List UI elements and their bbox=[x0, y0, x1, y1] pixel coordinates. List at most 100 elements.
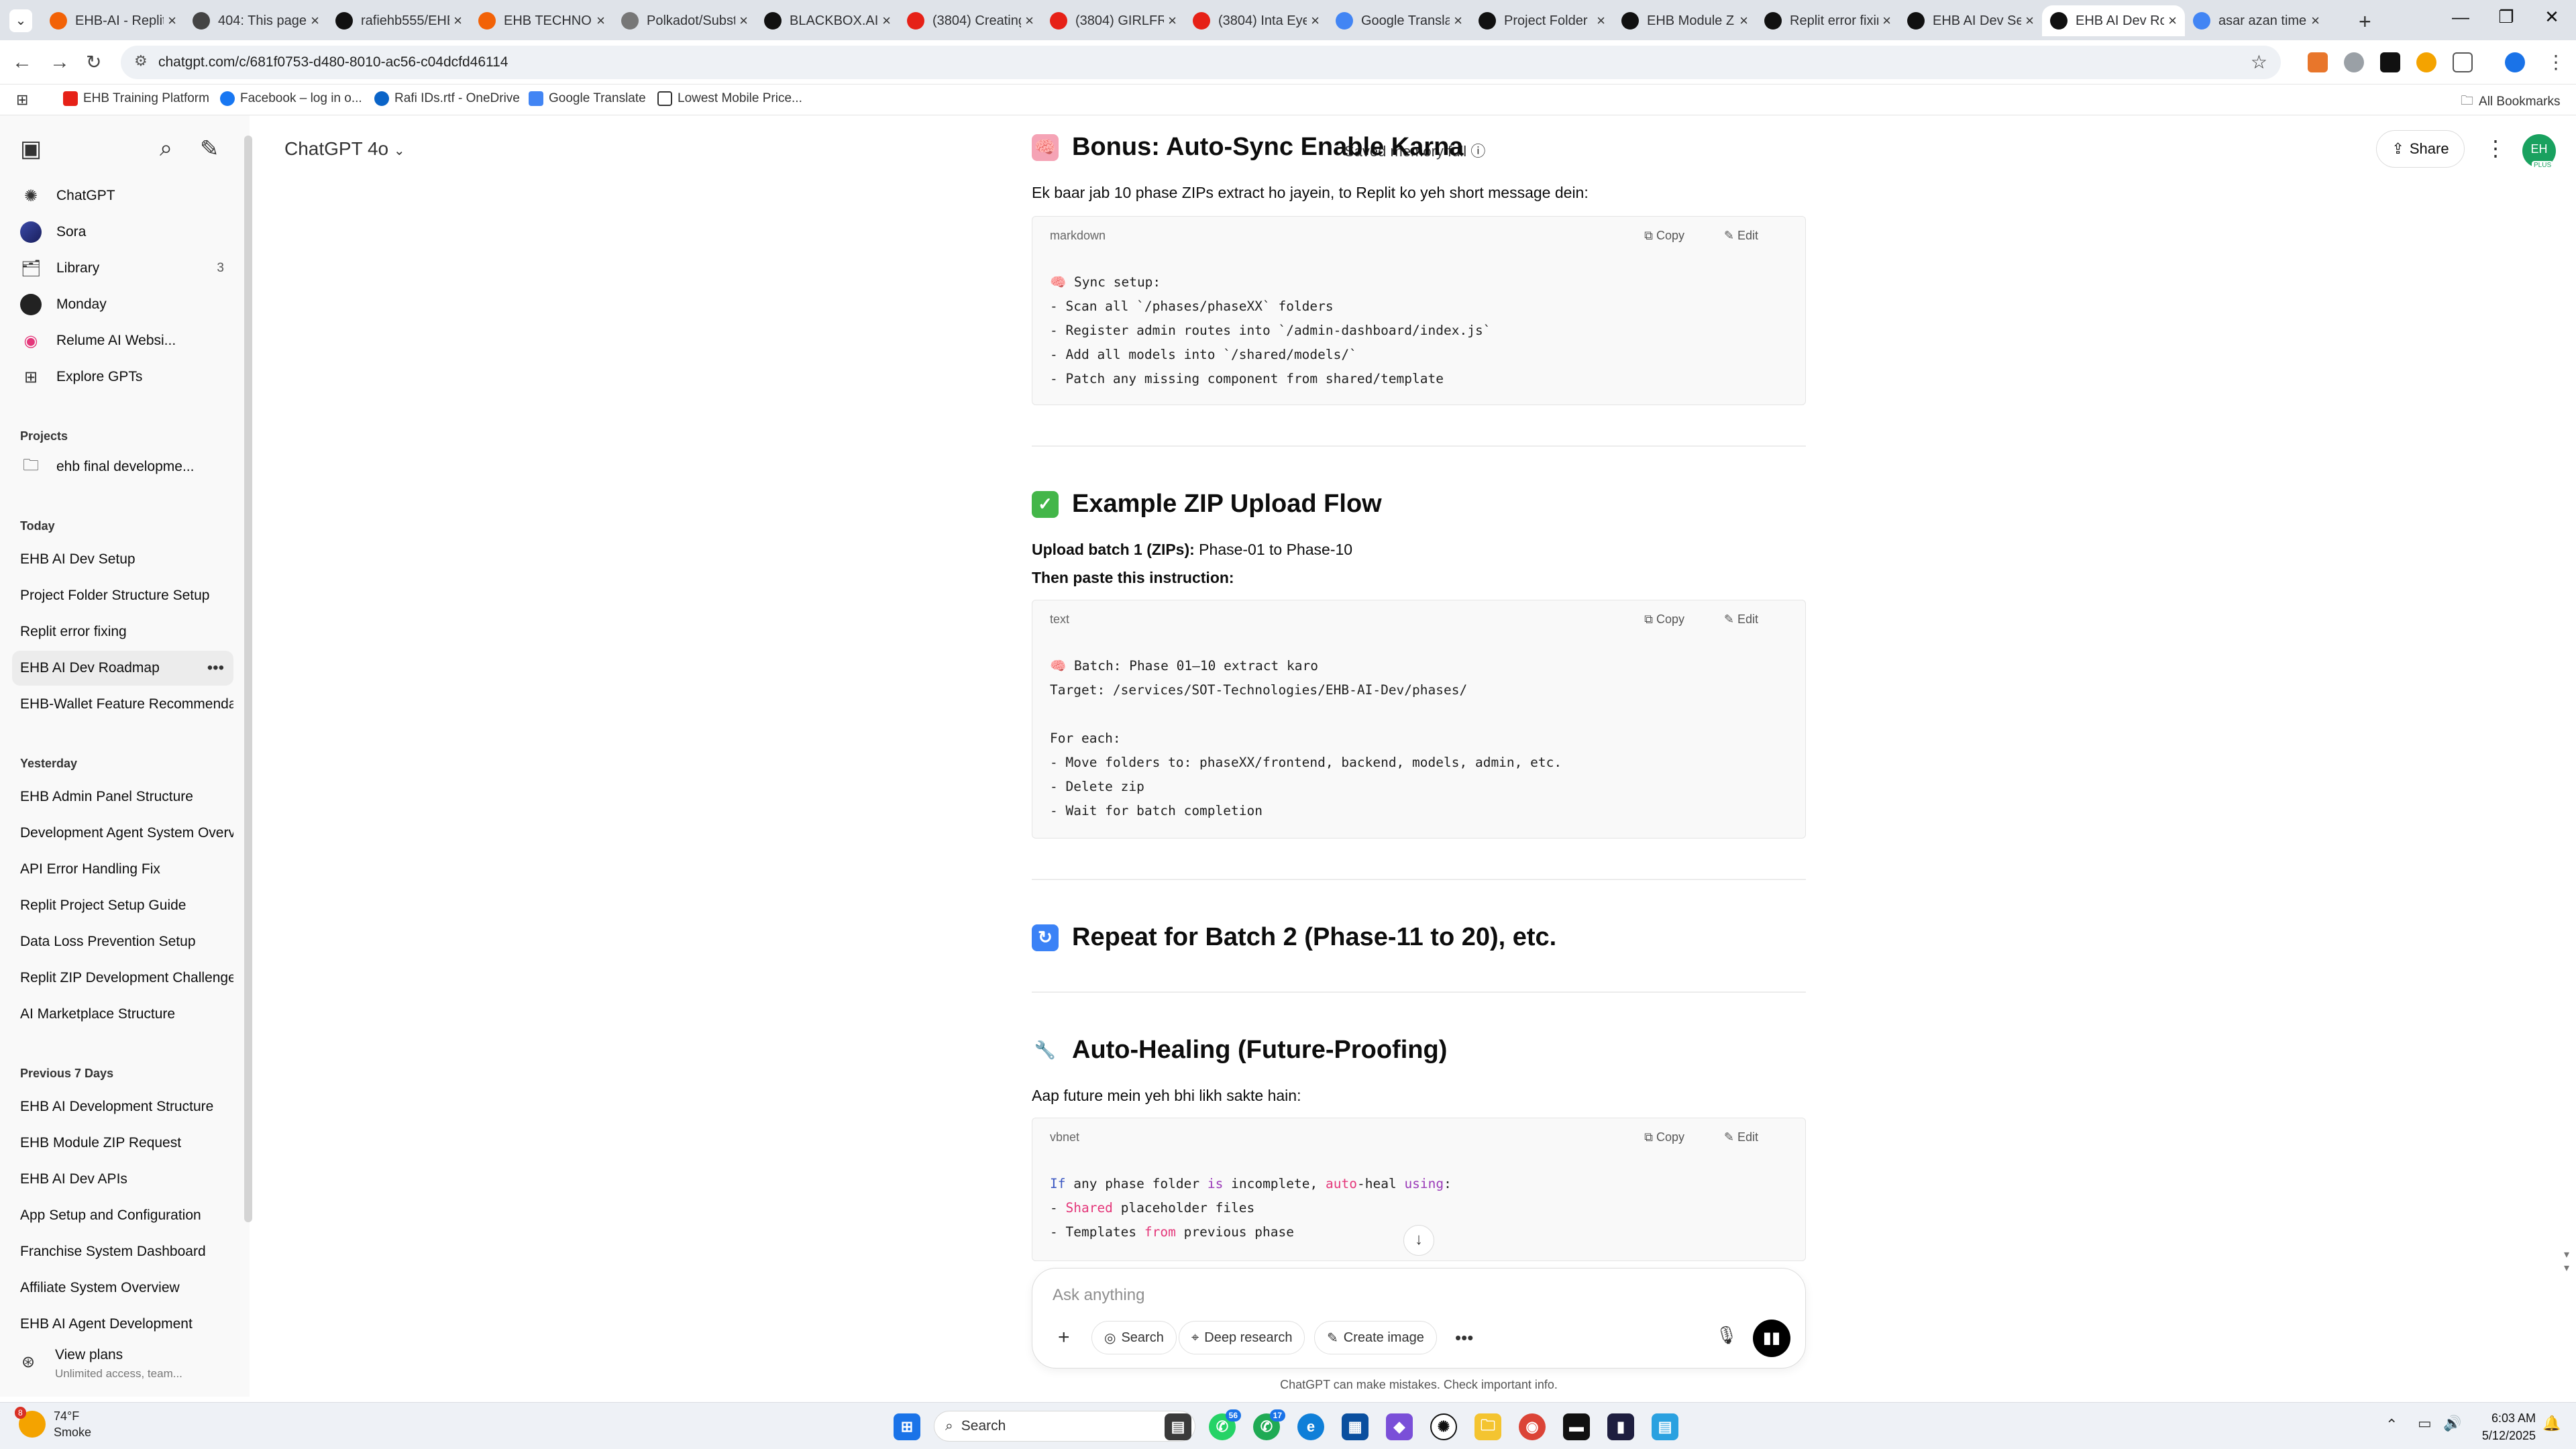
chat-options-icon[interactable]: ••• bbox=[207, 659, 224, 678]
close-tab-icon[interactable]: × bbox=[2311, 12, 2320, 30]
more-tools-icon[interactable]: ••• bbox=[1443, 1321, 1485, 1354]
sidebar-item-sora[interactable]: Sora bbox=[12, 215, 233, 250]
browser-tab[interactable]: (3804) Creating × bbox=[899, 5, 1042, 36]
chat-item[interactable]: App Setup and Configuration bbox=[12, 1198, 233, 1233]
close-tab-icon[interactable]: × bbox=[168, 12, 176, 30]
sidebar-item-monday[interactable]: Monday bbox=[12, 287, 233, 322]
chat-item[interactable]: EHB AI Dev APIs bbox=[12, 1162, 233, 1197]
search-button[interactable]: ◎ Search bbox=[1091, 1321, 1177, 1354]
close-tab-icon[interactable]: × bbox=[2025, 12, 2034, 30]
notification-bell-icon[interactable]: 🔔 bbox=[2542, 1415, 2561, 1432]
url-text[interactable]: chatgpt.com/c/681f0753-d480-8010-ac56-c0… bbox=[158, 54, 508, 70]
chat-item[interactable]: EHB-Wallet Feature Recommendations bbox=[12, 687, 233, 722]
copy-code-button[interactable]: ⧉ Copy bbox=[1644, 229, 1684, 243]
whatsapp-icon[interactable]: ✆ 56 bbox=[1209, 1409, 1241, 1440]
chat-item[interactable]: Franchise System Dashboard bbox=[12, 1234, 233, 1269]
search-chats-icon[interactable]: ⌕ bbox=[160, 136, 172, 162]
weather-widget[interactable]: 8 74°F Smoke bbox=[15, 1407, 91, 1440]
browser-tab[interactable]: EHB AI Dev Setup× bbox=[1899, 5, 2042, 36]
page-scrollbar[interactable]: ▾ ▾ bbox=[2564, 1248, 2569, 1275]
browser-tab[interactable]: 404: This page × bbox=[184, 5, 327, 36]
bookmark-mobile-price[interactable]: Lowest Mobile Price... bbox=[657, 91, 802, 106]
browser-tab[interactable]: BLACKBOX.AI × bbox=[756, 5, 899, 36]
site-info-icon[interactable]: ⚙ bbox=[134, 52, 148, 70]
extensions-puzzle-icon[interactable] bbox=[2453, 52, 2473, 72]
deep-research-button[interactable]: ⌖ Deep research bbox=[1179, 1321, 1305, 1354]
minimize-button[interactable]: — bbox=[2438, 7, 2483, 28]
whatsapp-business-icon[interactable]: ✆ 17 bbox=[1253, 1409, 1285, 1440]
metamask-extension-icon[interactable] bbox=[2308, 52, 2328, 72]
browser-tab[interactable]: Google Translate × bbox=[1328, 5, 1470, 36]
restore-button[interactable]: ❐ bbox=[2483, 7, 2529, 28]
show-hidden-icons[interactable]: ⌃ bbox=[2385, 1416, 2398, 1434]
chat-item[interactable]: EHB AI Dev Setup bbox=[12, 542, 233, 577]
model-selector[interactable]: ChatGPT 4o ⌄ bbox=[284, 138, 405, 160]
chat-item[interactable]: Replit Project Setup Guide bbox=[12, 888, 233, 923]
bookmark-onedrive[interactable]: Rafi IDs.rtf - OneDrive bbox=[374, 91, 520, 106]
chat-item[interactable]: EHB Admin Panel Structure bbox=[12, 780, 233, 814]
profile-icon[interactable] bbox=[2505, 52, 2525, 72]
edit-code-button[interactable]: ✎ Edit bbox=[1724, 1130, 1758, 1144]
close-tab-icon[interactable]: × bbox=[311, 12, 319, 30]
chat-item[interactable]: Development Agent System Overview bbox=[12, 816, 233, 851]
close-tab-icon[interactable]: × bbox=[1882, 12, 1891, 30]
scroll-down-icon[interactable]: ↓ bbox=[1403, 1225, 1434, 1256]
browser-tab-active[interactable]: EHB AI Dev Roadmap× bbox=[2042, 5, 2185, 36]
message-input[interactable]: Ask anything bbox=[1053, 1286, 1144, 1305]
file-explorer-icon[interactable]: 🗀 bbox=[1474, 1413, 1501, 1440]
bookmark-facebook[interactable]: Facebook – log in o... bbox=[220, 91, 362, 106]
notepad-icon[interactable]: ▤ bbox=[1652, 1413, 1678, 1440]
view-plans-button[interactable]: ⊛ View plans Unlimited access, team... bbox=[12, 1343, 233, 1390]
chart-app-icon[interactable]: ▮ bbox=[1607, 1413, 1634, 1440]
edit-code-button[interactable]: ✎ Edit bbox=[1724, 612, 1758, 627]
close-tab-icon[interactable]: × bbox=[882, 12, 891, 30]
browser-tab[interactable]: Project Folder × bbox=[1470, 5, 1613, 36]
taskbar-search[interactable]: ⌕ Search bbox=[934, 1411, 1195, 1442]
chat-item[interactable]: EHB AI Agent Development bbox=[12, 1307, 233, 1342]
close-tab-icon[interactable]: × bbox=[2168, 12, 2177, 30]
close-tab-icon[interactable]: × bbox=[1454, 12, 1462, 30]
reload-icon[interactable]: ↻ bbox=[86, 51, 101, 73]
store-icon[interactable]: ▦ bbox=[1342, 1413, 1368, 1440]
copy-code-button[interactable]: ⧉ Copy bbox=[1644, 612, 1684, 627]
browser-tab[interactable]: EHB-AI - Replit × bbox=[42, 5, 184, 36]
chat-item[interactable]: EHB Module ZIP Request bbox=[12, 1126, 233, 1161]
browser-tab[interactable]: (3804) Inta Eye × bbox=[1185, 5, 1328, 36]
chat-item-active[interactable]: EHB AI Dev Roadmap ••• bbox=[12, 651, 233, 686]
extension-s-icon[interactable] bbox=[2380, 52, 2400, 72]
sidebar-scrollbar[interactable] bbox=[244, 136, 252, 1222]
close-tab-icon[interactable]: × bbox=[1025, 12, 1034, 30]
bookmark-ehb-training[interactable]: EHB Training Platform bbox=[63, 91, 209, 106]
browser-tab[interactable]: EHB Module Z × bbox=[1613, 5, 1756, 36]
create-image-button[interactable]: ✎ Create image bbox=[1314, 1321, 1437, 1354]
back-icon[interactable]: ← bbox=[12, 51, 32, 74]
edit-code-button[interactable]: ✎ Edit bbox=[1724, 229, 1758, 243]
chat-item[interactable]: API Error Handling Fix bbox=[12, 852, 233, 887]
forward-icon[interactable]: → bbox=[50, 51, 70, 74]
browser-tab[interactable]: Polkadot/Substrate× bbox=[613, 5, 756, 36]
close-tab-icon[interactable]: × bbox=[453, 12, 462, 30]
chat-item[interactable]: Affiliate System Overview bbox=[12, 1271, 233, 1305]
close-tab-icon[interactable]: × bbox=[1597, 12, 1605, 30]
sidebar-item-explore-gpts[interactable]: ⊞ Explore GPTs bbox=[12, 360, 233, 394]
browser-menu-icon[interactable]: ⋮ bbox=[2546, 51, 2565, 73]
chatgpt-app-icon[interactable]: ✺ bbox=[1430, 1413, 1457, 1440]
sidebar-project-item[interactable]: 🗀 ehb final developme... bbox=[12, 449, 233, 484]
app-icon[interactable]: ◆ bbox=[1386, 1413, 1413, 1440]
close-tab-icon[interactable]: × bbox=[596, 12, 605, 30]
add-attachment-icon[interactable]: + bbox=[1046, 1321, 1082, 1354]
sidebar-item-chatgpt[interactable]: ✺ ChatGPT bbox=[12, 178, 233, 213]
bookmark-star-icon[interactable]: ☆ bbox=[2251, 51, 2267, 73]
close-tab-icon[interactable]: × bbox=[1739, 12, 1748, 30]
share-button[interactable]: ⇪ Share bbox=[2376, 130, 2465, 168]
chat-item[interactable]: Replit error fixing bbox=[12, 614, 233, 649]
chat-item[interactable]: Data Loss Prevention Setup bbox=[12, 924, 233, 959]
voice-mode-button[interactable]: ▮▮ bbox=[1753, 1320, 1790, 1357]
new-tab-button[interactable]: + bbox=[2359, 9, 2371, 34]
chat-item[interactable]: AI Marketplace Structure bbox=[12, 997, 233, 1032]
browser-tab[interactable]: asar azan time × bbox=[2185, 5, 2328, 36]
new-chat-icon[interactable]: ✎ bbox=[200, 136, 219, 162]
close-window-button[interactable]: ✕ bbox=[2529, 7, 2575, 28]
avatar[interactable]: EH PLUS bbox=[2522, 134, 2556, 170]
browser-tab[interactable]: Replit error fixing × bbox=[1756, 5, 1899, 36]
